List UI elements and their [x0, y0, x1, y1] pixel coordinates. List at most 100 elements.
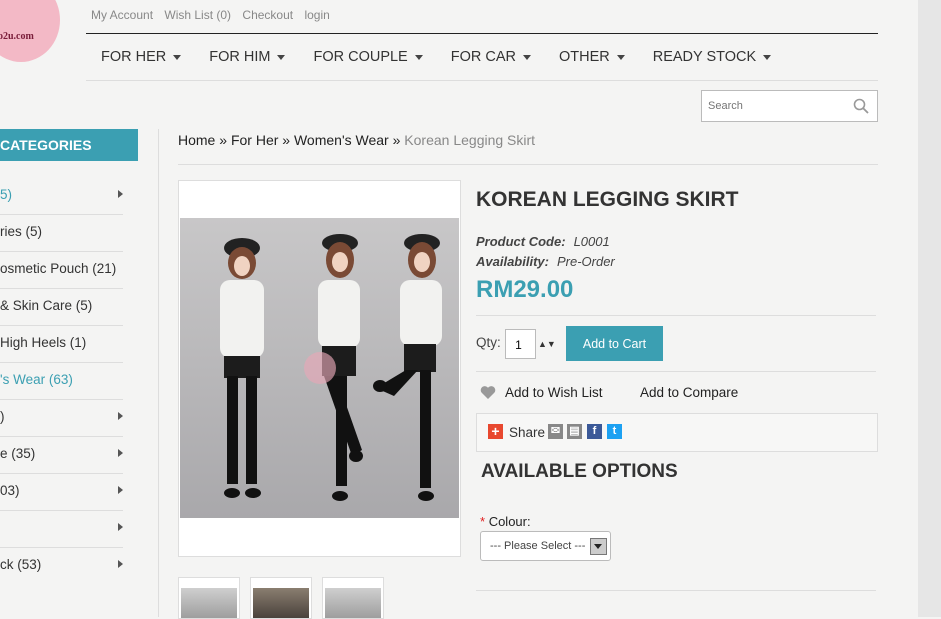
category-item[interactable]: 03) [0, 473, 123, 511]
caret-down-icon [522, 54, 531, 60]
add-to-compare-link[interactable]: Add to Compare [640, 385, 738, 400]
product-thumbnail[interactable] [178, 577, 240, 619]
chevron-right-icon [118, 486, 123, 494]
availability-value: Pre-Order [556, 254, 615, 269]
facebook-icon[interactable]: f [587, 424, 602, 439]
availability-label: Availability: [476, 254, 549, 269]
product-price: RM29.00 [476, 276, 574, 303]
product-code-row: Product Code: L0001 [476, 234, 610, 249]
thumbnail-image [253, 588, 309, 618]
colour-label-row: * Colour: [480, 514, 531, 529]
divider [476, 315, 876, 316]
chevron-right-icon [118, 560, 123, 568]
nav-label: READY STOCK [652, 49, 757, 65]
category-label: osmetic Pouch (21) [0, 261, 117, 276]
nav-label: OTHER [558, 49, 610, 65]
share-plus-icon[interactable]: + [488, 424, 503, 439]
breadcrumb-home[interactable]: Home [178, 132, 215, 148]
breadcrumb-sep: » [392, 132, 401, 148]
share-label[interactable]: Share [509, 425, 545, 440]
available-options-heading: AVAILABLE OPTIONS [481, 461, 678, 482]
breadcrumb-for-her[interactable]: For Her [231, 132, 278, 148]
breadcrumb-sep: » [282, 132, 291, 148]
breadcrumb: Home » For Her » Women's Wear » Korean L… [178, 132, 535, 148]
availability-row: Availability: Pre-Order [476, 254, 615, 269]
page-right-margin [918, 0, 941, 617]
colour-select-value: --- Please Select --- [490, 540, 586, 552]
thumbnail-image [325, 588, 381, 618]
qty-input[interactable] [506, 338, 531, 352]
product-photo-models [220, 234, 442, 501]
product-title: KOREAN LEGGING SKIRT [476, 188, 739, 211]
logo-text: o2u.com [0, 31, 34, 42]
wish-list-link[interactable]: Wish List (0) [164, 8, 231, 22]
top-links: My Account Wish List (0) Checkout login [91, 8, 338, 22]
colour-label: Colour: [488, 514, 531, 529]
nav-label: FOR HER [101, 49, 167, 65]
category-item[interactable]: osmetic Pouch (21) [0, 251, 123, 289]
nav-for-couple[interactable]: FOR COUPLE [313, 49, 423, 65]
categories-heading-text: CATEGORIES [0, 137, 92, 153]
nav-label: FOR COUPLE [313, 49, 408, 65]
search-input[interactable] [708, 100, 848, 112]
product-code-value: L0001 [573, 234, 610, 249]
sidebar-divider [158, 129, 159, 617]
print-icon[interactable]: ▤ [567, 424, 582, 439]
categories-heading: CATEGORIES [0, 129, 138, 161]
caret-down-icon [173, 54, 182, 60]
thumbnail-image [181, 588, 237, 618]
chevron-right-icon [118, 412, 123, 420]
category-item[interactable]: High Heels (1) [0, 325, 123, 363]
login-link[interactable]: login [304, 8, 329, 22]
email-icon[interactable]: ✉ [548, 424, 563, 439]
add-to-cart-button[interactable]: Add to Cart [566, 326, 663, 361]
breadcrumb-sep: » [219, 132, 228, 148]
category-label: ck (53) [0, 557, 42, 572]
chevron-right-icon [118, 449, 123, 457]
category-label: ) [0, 409, 5, 424]
nav-for-him[interactable]: FOR HIM [209, 49, 286, 65]
category-item-active[interactable]: 's Wear (63) [0, 362, 123, 400]
twitter-icon[interactable]: t [607, 424, 622, 439]
chevron-right-icon [118, 190, 123, 198]
category-label: ries (5) [0, 224, 43, 239]
my-account-link[interactable]: My Account [91, 8, 153, 22]
category-item[interactable]: e (35) [0, 436, 123, 474]
category-item[interactable]: ries (5) [0, 214, 123, 252]
divider [476, 371, 876, 372]
nav-ready-stock[interactable]: READY STOCK [652, 49, 772, 65]
category-label: 03) [0, 483, 20, 498]
product-thumbnail[interactable] [250, 577, 312, 619]
search-icon[interactable] [853, 98, 869, 114]
nav-top-border [86, 33, 878, 34]
qty-field [505, 329, 536, 359]
wishlist-label: Add to Wish List [505, 385, 603, 400]
share-bar: + Share ✉ ▤ f t [476, 413, 878, 452]
category-item[interactable] [0, 510, 123, 548]
category-label: & Skin Care (5) [0, 298, 93, 313]
nav-other[interactable]: OTHER [559, 49, 625, 65]
category-item[interactable]: ck (53) [0, 547, 123, 584]
chevron-down-icon [590, 538, 607, 555]
category-label: High Heels (1) [0, 335, 87, 350]
product-image[interactable] [180, 218, 459, 518]
category-label: e (35) [0, 446, 36, 461]
divider [476, 590, 876, 591]
nav-for-her[interactable]: FOR HER [101, 49, 182, 65]
category-item[interactable]: ) [0, 399, 123, 437]
category-label: 5) [0, 187, 13, 202]
product-code-label: Product Code: [476, 234, 566, 249]
breadcrumb-womens-wear[interactable]: Women's Wear [294, 132, 389, 148]
caret-down-icon [414, 54, 423, 60]
qty-stepper-icon[interactable]: ▲▼ [538, 339, 556, 349]
caret-down-icon [763, 54, 772, 60]
checkout-link[interactable]: Checkout [242, 8, 293, 22]
colour-select[interactable]: --- Please Select --- [480, 531, 611, 561]
caret-down-icon [277, 54, 286, 60]
nav-for-car[interactable]: FOR CAR [451, 49, 531, 65]
category-item[interactable]: 5) [0, 177, 123, 215]
breadcrumb-current: Korean Legging Skirt [404, 132, 536, 148]
category-item[interactable]: & Skin Care (5) [0, 288, 123, 326]
product-thumbnail[interactable] [322, 577, 384, 619]
add-to-wishlist-link[interactable]: Add to Wish List [480, 385, 603, 400]
